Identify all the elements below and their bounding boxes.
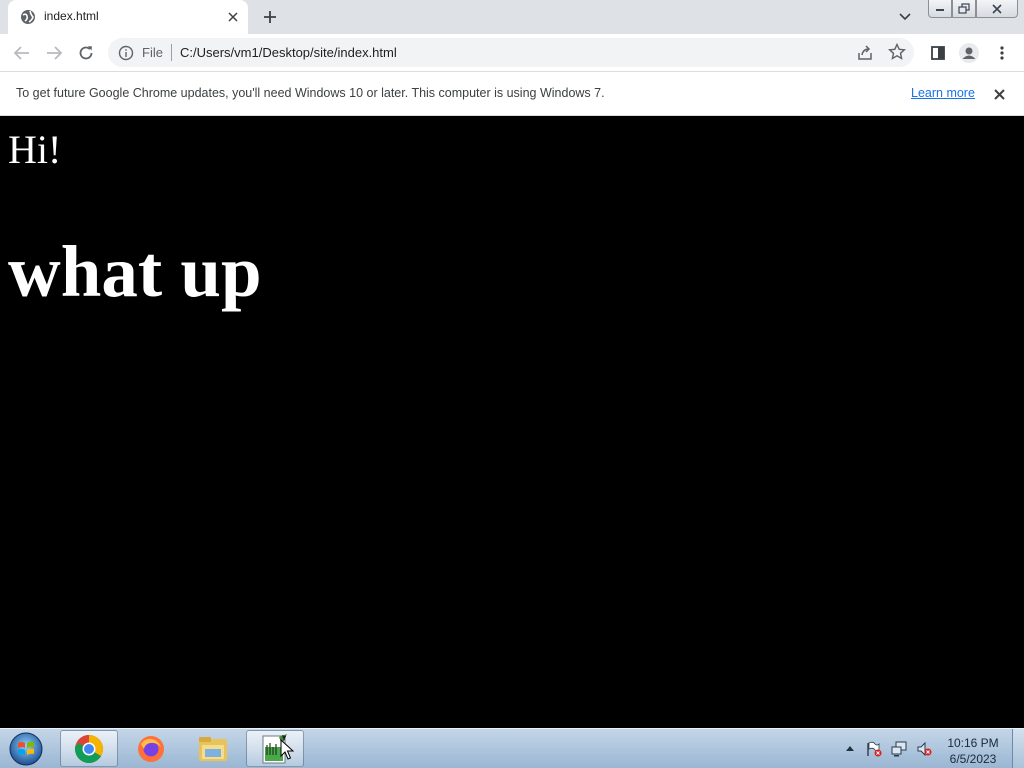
minimize-icon[interactable]	[928, 0, 952, 18]
chrome-icon	[74, 734, 103, 763]
clock-date: 6/5/2023	[949, 752, 997, 766]
file-explorer-icon	[199, 736, 227, 761]
close-window-icon[interactable]	[976, 0, 1018, 18]
clock-time: 10:16 PM	[947, 736, 999, 750]
close-tab-icon[interactable]	[223, 7, 243, 27]
url-text[interactable]: C:/Users/vm1/Desktop/site/index.html	[180, 45, 397, 60]
side-panel-icon[interactable]	[925, 40, 951, 66]
address-bar[interactable]: File C:/Users/vm1/Desktop/site/index.htm…	[108, 38, 914, 67]
tab-strip: index.html	[0, 0, 1024, 34]
tab-index-html[interactable]: index.html	[8, 0, 248, 34]
start-orb-icon[interactable]	[6, 731, 46, 767]
taskbar: 10:16 PM 6/5/2023	[0, 728, 1024, 768]
taskbar-explorer-button[interactable]	[184, 730, 242, 767]
taskbar-clock[interactable]: 10:16 PM 6/5/2023	[938, 735, 1008, 767]
globe-icon	[21, 10, 35, 24]
url-scheme-label: File	[142, 45, 163, 60]
firefox-icon	[138, 735, 164, 762]
update-infobar: To get future Google Chrome updates, you…	[0, 71, 1024, 116]
show-hidden-icons-icon[interactable]	[843, 741, 857, 757]
learn-more-link[interactable]: Learn more	[911, 86, 975, 100]
info-icon[interactable]	[118, 45, 134, 61]
mouse-cursor-icon	[280, 739, 294, 760]
profile-avatar-icon[interactable]	[956, 40, 982, 66]
network-icon[interactable]	[891, 741, 907, 757]
toolbar: File C:/Users/vm1/Desktop/site/index.htm…	[0, 34, 1024, 71]
page-heading-hi: Hi!	[8, 127, 62, 172]
taskbar-firefox-button[interactable]	[122, 730, 180, 767]
divider	[171, 44, 172, 61]
forward-arrow-icon[interactable]	[41, 40, 67, 66]
bookmark-star-icon[interactable]	[888, 43, 906, 61]
tab-title: index.html	[44, 9, 99, 23]
action-center-flag-icon[interactable]	[866, 741, 882, 757]
new-tab-icon[interactable]	[259, 6, 281, 28]
kebab-menu-icon[interactable]	[989, 40, 1015, 66]
taskbar-chrome-button[interactable]	[60, 730, 118, 767]
page-heading-what-up: what up	[8, 231, 262, 312]
chevron-down-icon[interactable]	[895, 8, 915, 26]
volume-muted-icon[interactable]	[916, 741, 932, 757]
back-arrow-icon[interactable]	[9, 40, 35, 66]
infobar-message: To get future Google Chrome updates, you…	[16, 86, 605, 100]
share-icon[interactable]	[856, 44, 874, 62]
show-desktop-button[interactable]	[1012, 729, 1024, 768]
page-content: Hi! what up	[0, 116, 1024, 728]
reload-icon[interactable]	[73, 40, 99, 66]
restore-icon[interactable]	[952, 0, 976, 18]
taskbar-paint-button[interactable]	[246, 730, 304, 767]
close-icon[interactable]	[990, 85, 1008, 103]
